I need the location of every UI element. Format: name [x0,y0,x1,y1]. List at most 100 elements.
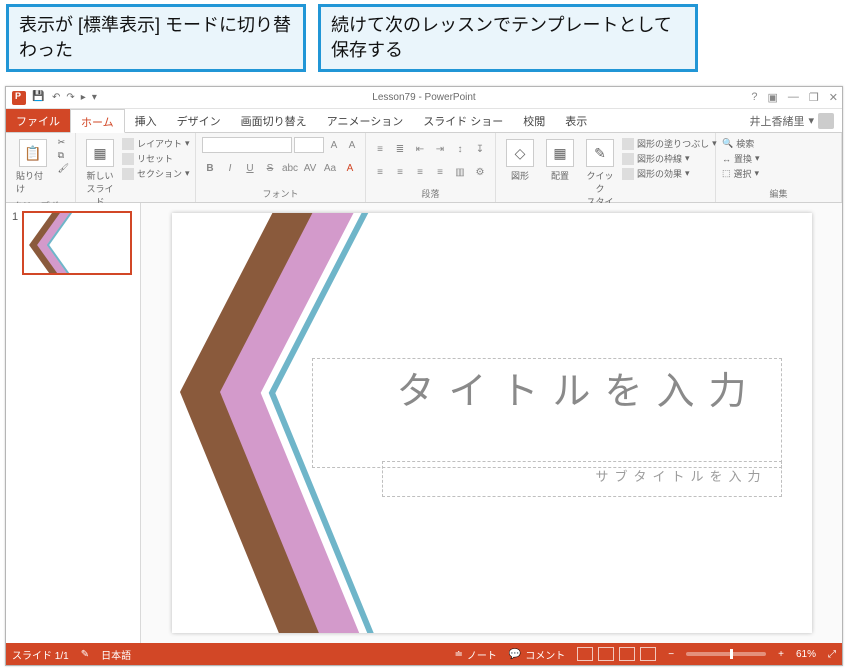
qat-customize-icon[interactable]: ▾ [92,92,97,103]
new-slide-button[interactable]: ▦ 新しい スライド [82,137,118,210]
slide-stage[interactable]: タイトルを入力 サブタイトルを入力 [141,203,842,643]
tab-design[interactable]: デザイン [167,109,231,132]
close-button[interactable]: ✕ [829,91,838,104]
annotation-row: 表示が [標準表示] モードに切り替わった 続けて次のレッスンでテンプレートとし… [0,0,848,76]
user-name: 井上香緒里 [749,113,804,129]
tab-animations[interactable]: アニメーション [317,109,414,132]
underline-button[interactable]: U [242,160,258,176]
thumbnail-item[interactable]: 1 [12,211,134,275]
shape-fill-icon [622,138,634,150]
tab-slideshow[interactable]: スライド ショー [413,109,513,132]
zoom-value[interactable]: 61% [796,649,816,660]
tab-view[interactable]: 表示 [555,109,597,132]
shrink-font-button[interactable]: A [344,137,360,153]
justify-button[interactable]: ≡ [432,164,448,180]
group-paragraph-label: 段落 [372,185,489,200]
section-button[interactable]: セクション▾ [122,167,190,180]
chevron-down-icon: ▾ [685,168,690,179]
replace-button[interactable]: ↔置換▾ [722,152,760,165]
font-size-select[interactable] [294,137,324,153]
cut-icon[interactable]: ✂ [58,137,69,148]
layout-icon [122,138,134,150]
ribbon-display-options-icon[interactable]: ▣ [768,91,778,104]
comments-label: コメント [525,647,565,662]
align-left-button[interactable]: ≡ [372,164,388,180]
ribbon-tabs: ファイル ホーム 挿入 デザイン 画面切り替え アニメーション スライド ショー… [6,109,842,133]
status-comments[interactable]: 💬コメント [509,647,565,662]
status-notes[interactable]: ≐ノート [454,647,496,662]
tab-review[interactable]: 校閲 [513,109,555,132]
columns-button[interactable]: ▥ [452,164,468,180]
help-icon[interactable]: ? [751,91,757,104]
zoom-out-button[interactable]: − [668,649,674,660]
layout-button[interactable]: レイアウト▾ [122,137,190,150]
find-button[interactable]: 🔍検索 [722,137,760,150]
select-button[interactable]: ⬚選択▾ [722,167,760,180]
text-shadow-button[interactable]: abc [282,160,298,176]
subtitle-placeholder-box[interactable]: サブタイトルを入力 [382,461,782,497]
shapes-button[interactable]: ◇ 図形 [502,137,538,184]
smartart-button[interactable]: ⚙ [472,164,488,180]
status-slide-count: スライド 1/1 [12,647,69,662]
thumbnail-panel[interactable]: 1 [6,203,141,643]
avatar-icon [818,113,834,129]
align-center-button[interactable]: ≡ [392,164,408,180]
tab-file[interactable]: ファイル [6,109,70,132]
redo-icon[interactable]: ↷ [66,92,74,103]
start-from-beginning-icon[interactable]: ▸ [81,92,86,103]
line-spacing-button[interactable]: ↕ [452,141,468,157]
text-direction-button[interactable]: ↧ [472,141,488,157]
fit-to-window-button[interactable]: ⤢ [828,649,836,660]
sorter-view-button[interactable] [598,647,614,661]
find-icon: 🔍 [722,138,733,149]
zoom-slider[interactable] [686,652,766,656]
increase-indent-button[interactable]: ⇥ [432,141,448,157]
window-controls: ? ▣ — ❐ ✕ [751,91,838,104]
format-painter-icon[interactable]: 🖌 [58,163,69,174]
tab-insert[interactable]: 挿入 [125,109,167,132]
new-slide-icon: ▦ [86,139,114,167]
reset-button[interactable]: リセット [122,152,190,165]
save-icon[interactable]: 💾 [32,91,46,105]
section-label: セクション [137,167,182,180]
strikethrough-button[interactable]: S [262,160,278,176]
bullets-button[interactable]: ≡ [372,141,388,157]
shape-outline-button[interactable]: 図形の枠線▾ [622,152,717,165]
shapes-icon: ◇ [506,139,534,167]
change-case-button[interactable]: Aa [322,160,338,176]
status-language[interactable]: 日本語 [101,647,131,662]
reset-label: リセット [137,152,173,165]
zoom-slider-thumb[interactable] [730,649,733,659]
slide-canvas[interactable]: タイトルを入力 サブタイトルを入力 [172,213,812,633]
undo-icon[interactable]: ↶ [52,92,60,103]
zoom-in-button[interactable]: + [778,649,784,660]
shape-effects-button[interactable]: 図形の効果▾ [622,167,717,180]
font-family-select[interactable] [202,137,292,153]
char-spacing-button[interactable]: AV [302,160,318,176]
minimize-button[interactable]: — [788,91,799,104]
slide-thumbnail[interactable] [22,211,132,275]
normal-view-button[interactable] [577,647,593,661]
restore-button[interactable]: ❐ [809,91,819,104]
bold-button[interactable]: B [202,160,218,176]
paste-icon: 📋 [19,139,47,167]
paste-button[interactable]: 📋 貼り付け [12,137,54,197]
numbering-button[interactable]: ≣ [392,141,408,157]
italic-button[interactable]: I [222,160,238,176]
shape-fill-button[interactable]: 図形の塗りつぶし▾ [622,137,717,150]
signed-in-user[interactable]: 井上香緒里 ▾ [741,109,842,132]
title-placeholder-box[interactable]: タイトルを入力 [312,358,782,468]
tab-home[interactable]: ホーム [70,109,125,133]
arrange-button[interactable]: ▦ 配置 [542,137,578,184]
group-font-label: フォント [202,185,359,200]
font-color-button[interactable]: A [342,160,358,176]
statusbar: スライド 1/1 ✎ 日本語 ≐ノート 💬コメント − + 61% ⤢ [6,643,842,665]
tab-transitions[interactable]: 画面切り替え [231,109,317,132]
status-spellcheck-icon[interactable]: ✎ [81,649,89,660]
grow-font-button[interactable]: A [326,137,342,153]
slideshow-view-button[interactable] [640,647,656,661]
align-right-button[interactable]: ≡ [412,164,428,180]
copy-icon[interactable]: ⧉ [58,150,69,161]
decrease-indent-button[interactable]: ⇤ [412,141,428,157]
reading-view-button[interactable] [619,647,635,661]
